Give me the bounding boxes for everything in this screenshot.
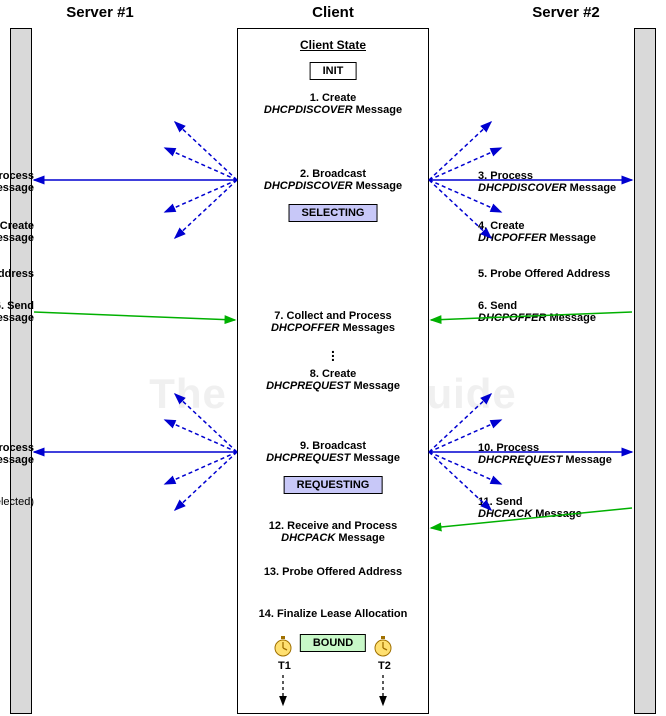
state-init: INIT [310, 62, 357, 80]
timer-t1-label: T1 [278, 660, 291, 672]
client-state-title: Client State [237, 38, 429, 52]
client-step-2: 2. Broadcast DHCPDISCOVER Message [237, 168, 429, 192]
state-selecting: SELECTING [289, 204, 378, 222]
step-msg: DHCPACK [478, 508, 532, 520]
client-step-13: 13. Probe Offered Address [237, 566, 429, 578]
state-bound: BOUND [300, 634, 366, 652]
server1-lifeline [10, 28, 32, 714]
server2-step-4: 4. Create DHCPOFFER Message [478, 220, 666, 244]
step-text: (Server Not Selected) [0, 496, 34, 508]
state-bound-label: BOUND [313, 637, 353, 649]
step-text: 3. Process [0, 170, 34, 182]
server2-step-5: 5. Probe Offered Address [478, 268, 666, 280]
client-step-12: 12. Receive and Process DHCPACK Message [237, 520, 429, 544]
step-suffix: Message [0, 454, 34, 466]
step-text: 6. Send [0, 300, 34, 312]
step-suffix: Message [0, 312, 34, 324]
step-text: 3. Process [478, 170, 533, 182]
server2-step-3: 3. Process DHCPDISCOVER Message [478, 170, 666, 194]
step-msg: DHCPOFFER [478, 312, 546, 324]
broadcast-discover-left [34, 122, 237, 238]
ellipsis-icon: ... [331, 346, 335, 358]
step-suffix: Message [0, 232, 34, 244]
server2-step-10: 10. Process DHCPREQUEST Message [478, 442, 666, 466]
step-msg: DHCPOFFER [271, 322, 339, 334]
state-requesting-label: REQUESTING [297, 479, 370, 491]
step-msg: DHCPREQUEST [478, 454, 562, 466]
client-step-8: 8. Create DHCPREQUEST Message [237, 368, 429, 392]
step-suffix: Message [350, 452, 400, 464]
server1-step-5: 5. Probe Offered Address [0, 268, 34, 280]
step-suffix: Message [562, 454, 612, 466]
server2-step-11: 11. Send DHCPACK Message [478, 496, 666, 520]
client-step-9: 9. Broadcast DHCPREQUEST Message [237, 440, 429, 464]
client-step-14: 14. Finalize Lease Allocation [237, 608, 429, 620]
server1-step-6: 6. Send DHCPOFFER Message [0, 300, 34, 324]
step-msg: DHCPDISCOVER [264, 180, 353, 192]
state-init-label: INIT [323, 65, 344, 77]
state-selecting-label: SELECTING [302, 207, 365, 219]
step-text: 6. Send [478, 300, 517, 312]
state-requesting: REQUESTING [284, 476, 383, 494]
step-suffix: Messages [339, 322, 395, 334]
step-msg: DHCPREQUEST [266, 452, 350, 464]
server2-lifeline [634, 28, 656, 714]
step-suffix: Message [335, 532, 385, 544]
step-msg: DHCPDISCOVER [264, 104, 353, 116]
server1-step-10: 10. Process DHCPREQUEST Message [0, 442, 34, 466]
server1-note: (Server Not Selected) [0, 496, 34, 508]
step-suffix: Message [567, 182, 617, 194]
step-text: 8. Create [310, 368, 356, 380]
step-msg: DHCPDISCOVER [478, 182, 567, 194]
step-text: 4. Create [0, 220, 34, 232]
step-suffix: Message [546, 232, 596, 244]
step-suffix: Message [0, 182, 34, 194]
step-text: 7. Collect and Process [274, 310, 391, 322]
step-suffix: Message [353, 104, 403, 116]
header-server2: Server #2 [476, 4, 656, 21]
client-step-1: 1. Create DHCPDISCOVER Message [237, 92, 429, 116]
step-suffix: Message [350, 380, 400, 392]
step-msg: DHCPACK [281, 532, 335, 544]
step-suffix: Message [532, 508, 582, 520]
step-text: 2. Broadcast [300, 168, 366, 180]
step-text: 12. Receive and Process [269, 520, 397, 532]
client-step-7: 7. Collect and Process DHCPOFFER Message… [237, 310, 429, 334]
server1-step-3: 3. Process DHCPDISCOVER Message [0, 170, 34, 194]
header-client: Client [237, 4, 429, 21]
step-text: 10. Process [478, 442, 539, 454]
step-suffix: Message [546, 312, 596, 324]
timer-t2-label: T2 [378, 660, 391, 672]
step-text: 11. Send [478, 496, 523, 508]
step-msg: DHCPOFFER [478, 232, 546, 244]
server2-step-6: 6. Send DHCPOFFER Message [478, 300, 666, 324]
step-text: 9. Broadcast [300, 440, 366, 452]
step-text: 10. Process [0, 442, 34, 454]
offer-arrow-s1 [34, 312, 235, 320]
step-suffix: Message [353, 180, 403, 192]
step-text: 4. Create [478, 220, 524, 232]
server1-step-4: 4. Create DHCPOFFER Message [0, 220, 34, 244]
step-text: 5. Probe Offered Address [0, 268, 34, 280]
header-server1: Server #1 [10, 4, 190, 21]
step-text: 1. Create [310, 92, 356, 104]
step-msg: DHCPREQUEST [266, 380, 350, 392]
